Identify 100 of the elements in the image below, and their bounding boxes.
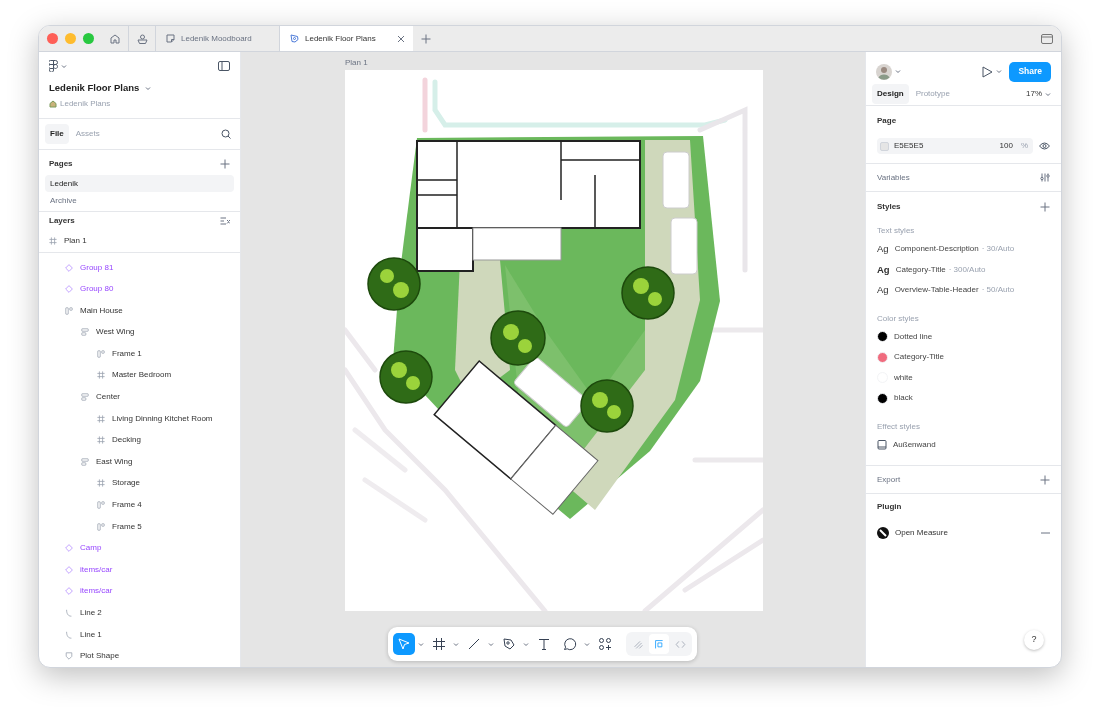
site-plan-drawing[interactable] [345,70,763,611]
play-icon[interactable] [981,65,994,78]
zoom-level[interactable]: 17% [1026,88,1042,100]
auto-layout-icon [97,501,105,510]
move-tool-icon [397,637,411,651]
effect-style-name[interactable]: Außenwand [893,438,936,451]
section-title: Pages [49,158,73,171]
caret-icon[interactable] [584,641,590,647]
new-tab-icon[interactable] [421,33,431,44]
collapse-layers-icon[interactable] [220,217,230,226]
component-icon [65,263,73,272]
actions-tool-icon [598,637,612,651]
document-tab[interactable]: Ledenik Floor Plans [280,26,413,51]
frame-label[interactable]: Plan 1 [345,57,368,69]
layer-item[interactable]: Living Dinning Kitchet Room [112,412,213,425]
color-style-name[interactable]: black [894,392,913,405]
text-style-name[interactable]: Category-Title [895,263,946,276]
panel-toggle-icon[interactable] [218,61,230,71]
file-name[interactable]: Ledenik Floor Plans [49,81,140,96]
section-title: Plugin [877,501,903,513]
layer-item[interactable]: West Wing [96,326,135,339]
text-style-sample: Ag [877,283,889,298]
community-icon[interactable] [136,33,148,44]
section-title: Export [877,473,901,486]
search-icon[interactable] [221,129,231,140]
add-export-icon[interactable] [1040,474,1050,485]
section-title: Page [877,115,898,127]
color-style-name[interactable]: Category-Title [894,351,944,364]
component-icon [65,565,73,574]
sticky-note-icon [166,34,175,43]
panel-tab[interactable]: File [45,124,69,145]
percent-unit: % [1020,140,1028,152]
eye-icon[interactable] [1039,142,1050,150]
app-logo-icon[interactable] [49,60,58,72]
move-tool-button[interactable] [393,633,415,655]
layer-item[interactable]: Center [96,391,120,404]
frame-tool-icon [432,637,446,651]
canvas[interactable]: Plan 1 [241,52,865,667]
layer-item[interactable]: Master Bedroom [112,369,172,382]
text-style-meta: · 300/Auto [948,263,986,276]
caret-icon[interactable] [1045,91,1051,97]
caret-icon[interactable] [488,641,494,647]
layer-item[interactable]: Frame 4 [112,499,142,512]
sidebar-icon[interactable] [1041,33,1053,44]
add-page-icon[interactable] [220,159,230,170]
line-icon [65,609,73,617]
layer-item[interactable]: Frame 5 [112,520,142,533]
caret-icon[interactable] [61,63,67,69]
layer-item[interactable]: Group 80 [80,283,114,296]
sliders-icon[interactable] [1040,173,1050,182]
stack-icon [81,457,89,466]
help-button[interactable]: ? [1024,630,1044,650]
design-mode-button[interactable] [649,634,669,654]
line-icon [65,630,73,639]
text-tool-icon [537,637,551,651]
caret-icon[interactable] [418,641,424,647]
caret-icon[interactable] [895,69,901,74]
page-color-field[interactable]: E5E5E5 100 % [877,138,1033,154]
layer-item[interactable]: Line 2 [80,607,102,619]
layer-item[interactable]: Frame 1 [112,347,142,360]
text-style-name[interactable]: Overview-Table-Header [894,284,979,297]
layer-item[interactable]: Plot Shape [80,650,120,663]
shape-icon [65,652,73,661]
layer-item[interactable]: Group 81 [80,261,114,274]
layer-item[interactable]: items/car [80,563,113,576]
design-mode-icon [653,638,665,650]
text-style-name[interactable]: Component-Description [894,243,979,256]
auto-layout-icon [97,522,105,531]
close-window-button[interactable] [47,33,58,44]
stack-icon [81,393,89,402]
caret-icon[interactable] [523,641,529,647]
layer-item[interactable]: Camp [80,542,102,555]
component-icon [65,544,73,553]
home-icon[interactable] [110,33,120,44]
stack-icon [81,328,89,337]
layer-item[interactable]: Plan 1 [64,235,87,248]
caret-icon[interactable] [145,85,152,91]
color-style-name[interactable]: white [894,371,913,384]
maximize-window-button[interactable] [83,33,94,44]
page-item[interactable]: Ledenik [45,175,234,193]
caret-icon[interactable] [996,69,1003,74]
layer-item[interactable]: East Wing [96,455,133,468]
layer-item[interactable]: items/car [80,585,113,598]
hex-value: E5E5E5 [894,140,925,152]
avatar-icon[interactable] [876,63,892,80]
panel-tab[interactable]: Design [872,84,909,104]
comment-tool-icon [563,637,577,651]
frame-icon [97,414,105,423]
add-style-icon[interactable] [1040,202,1050,212]
close-icon[interactable] [397,34,405,43]
layer-item[interactable]: Decking [112,434,141,447]
page-item[interactable]: Archive [45,192,234,210]
layer-item[interactable]: Main House [80,304,123,317]
layer-item[interactable]: Line 1 [80,628,102,641]
group-title: Color styles [877,312,920,325]
color-style-name[interactable]: Dotted line [894,330,933,343]
caret-icon[interactable] [453,641,459,647]
layer-item[interactable]: Storage [112,477,141,490]
code-icon [674,638,686,650]
plugin-name[interactable]: Open Measure [895,527,1035,539]
